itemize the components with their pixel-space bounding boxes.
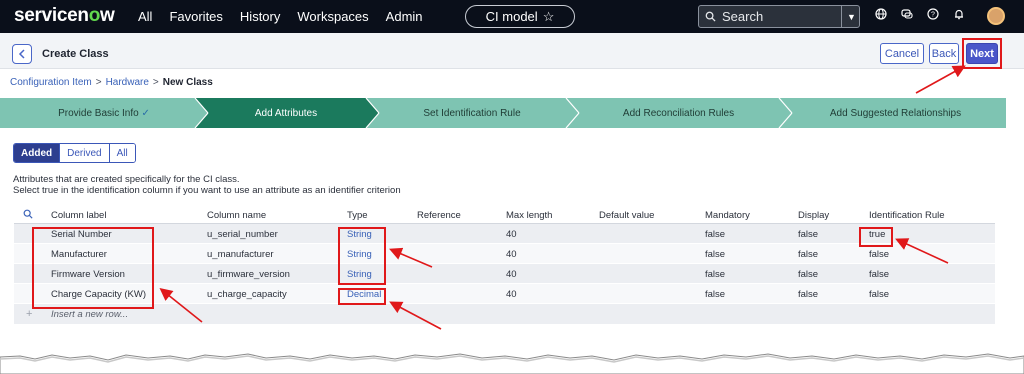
- screenshot-frame: servicenow All Favorites History Workspa…: [0, 0, 1024, 374]
- arrow-to-true: [895, 238, 949, 264]
- arrow-to-labels: [159, 288, 203, 323]
- arrow-to-decimal: [389, 301, 442, 330]
- arrow-to-next: [915, 65, 966, 94]
- torn-edge: [0, 353, 1024, 374]
- arrow-to-string: [389, 247, 433, 268]
- annotation-arrows: [159, 65, 966, 330]
